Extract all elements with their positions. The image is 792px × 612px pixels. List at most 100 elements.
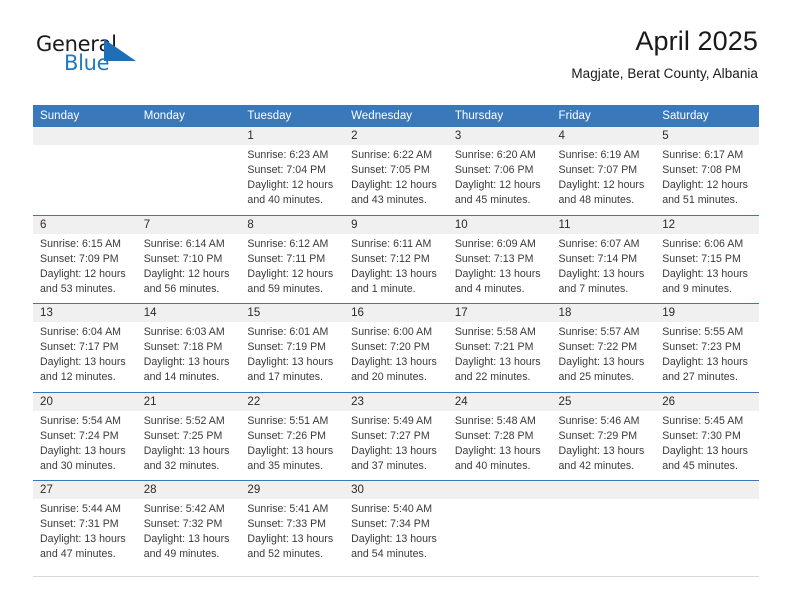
brand-logo[interactable]: General Blue bbox=[36, 32, 166, 80]
day-cell[interactable]: Sunrise: 6:12 AM Sunset: 7:11 PM Dayligh… bbox=[240, 233, 345, 304]
daylight-text-line1: Daylight: 13 hours bbox=[454, 356, 541, 369]
day-number[interactable]: 15 bbox=[240, 303, 345, 322]
day-number[interactable]: 4 bbox=[551, 127, 656, 145]
sunset-text: Sunset: 7:05 PM bbox=[351, 164, 430, 177]
day-cell[interactable]: Sunrise: 6:22 AM Sunset: 7:05 PM Dayligh… bbox=[344, 145, 448, 215]
daylight-text-line2: and 22 minutes. bbox=[454, 371, 531, 384]
day-number[interactable]: 30 bbox=[344, 480, 448, 499]
day-number[interactable]: 2 bbox=[344, 127, 448, 145]
sunrise-text: Sunrise: 6:20 AM bbox=[454, 149, 536, 161]
day-cell[interactable] bbox=[136, 145, 241, 215]
day-cell[interactable]: Sunrise: 5:46 AM Sunset: 7:29 PM Dayligh… bbox=[551, 410, 656, 481]
day-cell[interactable]: Sunrise: 5:58 AM Sunset: 7:21 PM Dayligh… bbox=[447, 322, 552, 392]
day-cell[interactable]: Sunrise: 5:42 AM Sunset: 7:32 PM Dayligh… bbox=[136, 499, 241, 569]
day-number[interactable]: 7 bbox=[136, 214, 241, 234]
day-number[interactable]: 1 bbox=[240, 127, 345, 145]
day-number[interactable]: 25 bbox=[551, 391, 656, 411]
day-number[interactable] bbox=[447, 480, 552, 499]
page-header: General Blue April 2025 Magjate, Berat C… bbox=[0, 0, 792, 81]
sunrise-text: Sunrise: 6:01 AM bbox=[247, 326, 329, 338]
day-cell[interactable]: Sunrise: 6:06 AM Sunset: 7:15 PM Dayligh… bbox=[655, 233, 759, 304]
daylight-text-line2: and 49 minutes. bbox=[143, 548, 220, 561]
day-cell[interactable]: Sunrise: 5:52 AM Sunset: 7:25 PM Dayligh… bbox=[136, 410, 241, 481]
weekday-header-row: Sunday Monday Tuesday Wednesday Thursday… bbox=[33, 105, 759, 127]
day-number[interactable]: 14 bbox=[136, 303, 241, 322]
daylight-text-line1: Daylight: 13 hours bbox=[247, 444, 334, 457]
daylight-text-line2: and 45 minutes. bbox=[662, 459, 738, 472]
day-cell[interactable]: Sunrise: 5:51 AM Sunset: 7:26 PM Dayligh… bbox=[240, 410, 345, 481]
day-number[interactable] bbox=[33, 127, 137, 145]
daylight-text-line2: and 20 minutes. bbox=[351, 371, 427, 384]
day-number[interactable]: 16 bbox=[344, 303, 448, 322]
day-cell[interactable]: Sunrise: 5:54 AM Sunset: 7:24 PM Dayligh… bbox=[33, 410, 137, 481]
day-number[interactable]: 12 bbox=[655, 214, 759, 234]
daylight-text-line2: and 47 minutes. bbox=[40, 548, 116, 561]
day-number-band: 13 14 15 16 17 18 19 bbox=[33, 303, 759, 322]
day-number[interactable]: 24 bbox=[447, 391, 552, 411]
day-cell[interactable]: Sunrise: 5:55 AM Sunset: 7:23 PM Dayligh… bbox=[655, 322, 759, 392]
day-number[interactable]: 8 bbox=[240, 214, 345, 234]
sunset-text: Sunset: 7:32 PM bbox=[143, 518, 223, 531]
day-cell[interactable]: Sunrise: 6:09 AM Sunset: 7:13 PM Dayligh… bbox=[447, 233, 552, 304]
day-cell[interactable]: Sunrise: 6:17 AM Sunset: 7:08 PM Dayligh… bbox=[655, 145, 759, 215]
day-cell[interactable]: Sunrise: 6:23 AM Sunset: 7:04 PM Dayligh… bbox=[240, 145, 345, 215]
day-cell[interactable]: Sunrise: 6:00 AM Sunset: 7:20 PM Dayligh… bbox=[344, 322, 448, 392]
sunrise-text: Sunrise: 6:06 AM bbox=[662, 237, 744, 250]
day-cell[interactable]: Sunrise: 5:49 AM Sunset: 7:27 PM Dayligh… bbox=[344, 410, 448, 481]
sunset-text: Sunset: 7:14 PM bbox=[558, 252, 638, 265]
day-number[interactable]: 18 bbox=[551, 303, 656, 322]
day-cell[interactable] bbox=[33, 145, 137, 215]
calendar-header: Sunday Monday Tuesday Wednesday Thursday… bbox=[33, 105, 759, 127]
calendar-bottom-divider bbox=[33, 576, 759, 577]
day-number[interactable]: 27 bbox=[33, 480, 137, 499]
day-cell[interactable]: Sunrise: 5:41 AM Sunset: 7:33 PM Dayligh… bbox=[240, 499, 345, 569]
day-number[interactable]: 21 bbox=[136, 391, 241, 411]
weekday-header-saturday: Saturday bbox=[655, 105, 759, 127]
day-cell[interactable] bbox=[447, 499, 552, 569]
day-number[interactable]: 6 bbox=[33, 214, 137, 234]
day-number[interactable]: 11 bbox=[551, 214, 656, 234]
day-cell[interactable]: Sunrise: 5:57 AM Sunset: 7:22 PM Dayligh… bbox=[551, 322, 656, 392]
sunset-text: Sunset: 7:10 PM bbox=[143, 252, 223, 265]
day-cell[interactable] bbox=[551, 499, 656, 569]
day-number[interactable]: 17 bbox=[447, 303, 552, 322]
day-number[interactable]: 9 bbox=[344, 214, 448, 234]
day-cell[interactable] bbox=[655, 499, 759, 569]
day-cell[interactable]: Sunrise: 6:11 AM Sunset: 7:12 PM Dayligh… bbox=[344, 233, 448, 304]
day-number[interactable]: 29 bbox=[240, 480, 345, 499]
day-cell[interactable]: Sunrise: 6:07 AM Sunset: 7:14 PM Dayligh… bbox=[551, 233, 656, 304]
day-number[interactable]: 22 bbox=[240, 391, 345, 411]
sunrise-text: Sunrise: 6:03 AM bbox=[143, 326, 225, 338]
day-number[interactable]: 20 bbox=[33, 391, 137, 411]
day-number[interactable] bbox=[136, 127, 241, 145]
daylight-text-line2: and 43 minutes. bbox=[351, 194, 427, 207]
daylight-text-line2: and 40 minutes. bbox=[454, 459, 531, 472]
sunrise-text: Sunrise: 6:11 AM bbox=[351, 237, 432, 250]
day-detail-row: Sunrise: 6:04 AM Sunset: 7:17 PM Dayligh… bbox=[33, 322, 759, 392]
day-cell[interactable]: Sunrise: 6:03 AM Sunset: 7:18 PM Dayligh… bbox=[136, 322, 241, 392]
day-cell[interactable]: Sunrise: 5:44 AM Sunset: 7:31 PM Dayligh… bbox=[33, 499, 137, 569]
day-number[interactable]: 19 bbox=[655, 303, 759, 322]
day-number[interactable]: 10 bbox=[447, 214, 552, 234]
day-number[interactable]: 5 bbox=[655, 127, 759, 145]
daylight-text-line1: Daylight: 12 hours bbox=[351, 179, 437, 192]
day-cell[interactable]: Sunrise: 5:40 AM Sunset: 7:34 PM Dayligh… bbox=[344, 499, 448, 569]
day-number[interactable]: 23 bbox=[344, 391, 448, 411]
sunset-text: Sunset: 7:13 PM bbox=[454, 252, 534, 265]
day-number[interactable]: 13 bbox=[33, 303, 137, 322]
day-number[interactable]: 3 bbox=[447, 127, 552, 145]
day-number[interactable] bbox=[655, 480, 759, 499]
day-cell[interactable]: Sunrise: 6:15 AM Sunset: 7:09 PM Dayligh… bbox=[33, 233, 137, 304]
day-cell[interactable]: Sunrise: 5:48 AM Sunset: 7:28 PM Dayligh… bbox=[447, 410, 552, 481]
day-cell[interactable]: Sunrise: 6:19 AM Sunset: 7:07 PM Dayligh… bbox=[551, 145, 656, 215]
day-cell[interactable]: Sunrise: 6:01 AM Sunset: 7:19 PM Dayligh… bbox=[240, 322, 345, 392]
day-number[interactable] bbox=[551, 480, 656, 499]
day-cell[interactable]: Sunrise: 6:14 AM Sunset: 7:10 PM Dayligh… bbox=[136, 233, 241, 304]
day-number[interactable]: 26 bbox=[655, 391, 759, 411]
day-cell[interactable]: Sunrise: 6:20 AM Sunset: 7:06 PM Dayligh… bbox=[447, 145, 552, 215]
day-cell[interactable]: Sunrise: 5:45 AM Sunset: 7:30 PM Dayligh… bbox=[655, 410, 759, 481]
day-cell[interactable]: Sunrise: 6:04 AM Sunset: 7:17 PM Dayligh… bbox=[33, 322, 137, 392]
daylight-text-line1: Daylight: 13 hours bbox=[143, 356, 230, 369]
day-number[interactable]: 28 bbox=[136, 480, 241, 499]
sunrise-text: Sunrise: 5:55 AM bbox=[662, 326, 744, 338]
